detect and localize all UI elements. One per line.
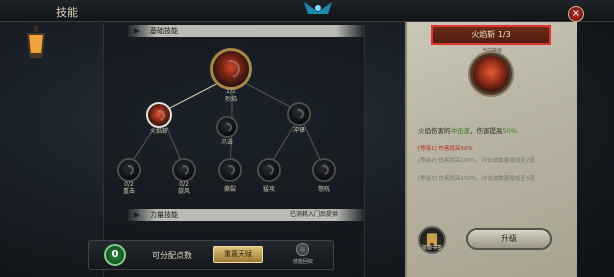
skill-node-claw[interactable] [216, 116, 238, 138]
skill-name-dash: 冲锋 [292, 127, 305, 134]
fire-slash-icon [151, 107, 167, 123]
skill-detail-title: 火焰斩 1/3 [431, 25, 551, 45]
top-bar: 技能 [0, 0, 614, 22]
smash-icon [122, 163, 136, 177]
skill-node-fire-slash[interactable] [146, 102, 172, 128]
skill-node-rend[interactable] [218, 158, 242, 182]
skill-level-3-text: [等级3] 伤害提高150%，冲击波数量增加至3道 [418, 176, 535, 182]
window-title: 技能 [56, 6, 78, 19]
rend-icon [223, 163, 237, 177]
collapse-arrow-icon[interactable] [134, 212, 140, 218]
reset-talents-button[interactable]: 重置天赋 [213, 246, 263, 263]
skill-node-whirl[interactable] [172, 158, 196, 182]
skill-node-dash[interactable] [287, 102, 311, 126]
skill-name-whirl: 旋风 [177, 188, 190, 195]
skill-level-smash: 0/2 [124, 181, 134, 188]
skill-name-claw: 爪击 [220, 139, 233, 146]
fire-demon-icon [218, 56, 244, 82]
desc-highlight: 冲击波 [450, 127, 471, 135]
dash-icon [292, 107, 306, 121]
skill-level-root: 1/1 [226, 88, 236, 95]
bookmark-label: 技能书签 [421, 245, 442, 251]
skill-node-root[interactable] [210, 48, 252, 90]
skill-name-roar: 怒吼 [317, 186, 330, 193]
close-icon[interactable]: × [568, 6, 584, 22]
recycle-orb-icon[interactable] [296, 243, 309, 256]
roar-icon [317, 163, 331, 177]
skill-level-2-text: [等级2] 伤害提高100%，冲击波数量增加至2道 [418, 158, 535, 164]
available-points-badge: 0 [104, 244, 126, 266]
desc-part-a: 火焰伤害的 [418, 127, 451, 135]
section-banner-basic: 基础技能 [128, 25, 364, 37]
points-label: 可分配点数 [152, 251, 192, 260]
skill-name-root: 烈焰 [224, 96, 237, 103]
whirl-icon [177, 163, 191, 177]
skill-level-whirl: 0/2 [179, 181, 189, 188]
skill-node-assault[interactable] [257, 158, 281, 182]
upgrade-button[interactable]: 升级 [466, 228, 552, 250]
skill-description: 火焰伤害的冲击波，伤害提高50% [418, 127, 566, 136]
fire-slash-large-icon [470, 53, 512, 95]
section-title-power: 力量技能 [150, 211, 178, 219]
skill-node-smash[interactable] [117, 158, 141, 182]
section-title-basic: 基础技能 [150, 27, 178, 35]
section-banner-power: 力量技能 已消耗入门后提供 [128, 209, 364, 221]
desc-part-b: ，伤害提高 [470, 127, 503, 135]
claw-icon [220, 120, 234, 134]
desc-percent: 50% [502, 127, 517, 135]
emblem-icon [304, 2, 332, 14]
section-hint-power: 已消耗入门后提供 [289, 211, 338, 218]
game-screen: 技能 基础技能 1/1 烈焰 火焰斩 爪击 冲锋 0/2 重击 0/2 旋风 撕… [0, 0, 614, 277]
skill-name-smash: 重击 [122, 188, 135, 195]
skill-name-fire-slash: 火焰斩 [149, 128, 168, 135]
lantern-icon [26, 26, 46, 58]
assault-icon [262, 163, 276, 177]
skill-name-rend: 撕裂 [223, 186, 236, 193]
recycle-orb-label: 技能回收 [292, 259, 313, 265]
skill-level-1-text: [等级1] 伤害提高50% [418, 146, 473, 152]
skill-name-assault: 猛攻 [262, 186, 275, 193]
collapse-arrow-icon[interactable] [134, 28, 140, 34]
skill-node-roar[interactable] [312, 158, 336, 182]
